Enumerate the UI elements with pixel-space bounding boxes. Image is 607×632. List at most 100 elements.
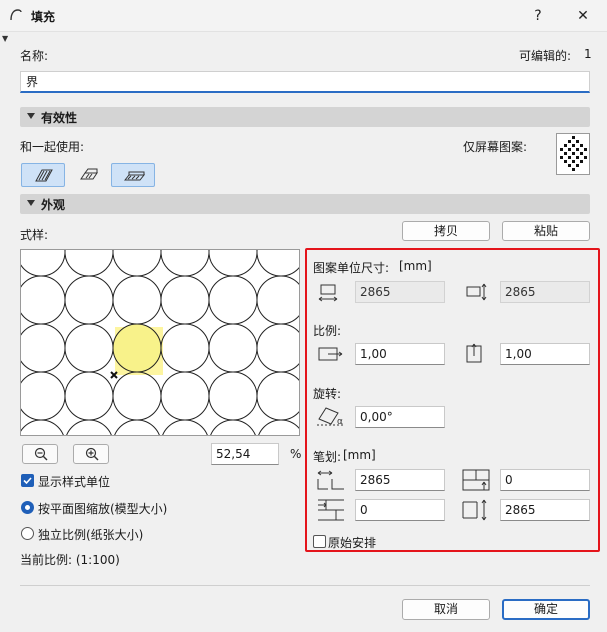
pattern-circle <box>112 323 162 373</box>
checkmark-icon <box>23 477 32 485</box>
pattern-preview[interactable] <box>20 249 300 436</box>
drafting-fill-toggle[interactable] <box>111 163 155 187</box>
cover-fill-toggle[interactable] <box>66 163 110 187</box>
unit-size-label: 图案单位尺寸: <box>313 261 390 275</box>
screen-pattern-icon <box>560 136 587 171</box>
ratio-x-icon <box>318 347 343 361</box>
pattern-circle <box>114 419 160 435</box>
screen-pattern-preview[interactable] <box>556 133 590 175</box>
pattern-circle <box>256 323 299 373</box>
pattern-circle <box>66 419 112 435</box>
validity-section-title: 有效性 <box>41 111 78 125</box>
unit-size-unit: [mm] <box>399 259 432 273</box>
pattern-circle <box>256 275 299 325</box>
pattern-circle <box>256 371 299 421</box>
appearance-section-title: 外观 <box>41 198 66 212</box>
pattern-circle <box>160 371 210 421</box>
pattern-circle <box>162 419 208 435</box>
unit-width-input[interactable]: 2865 <box>355 281 445 303</box>
screen-only-label: 仅屏幕图案: <box>463 140 528 154</box>
pattern-circle <box>64 323 114 373</box>
pattern-circle <box>21 371 66 421</box>
pattern-circle <box>160 275 210 325</box>
ratio-label: 比例: <box>313 324 342 338</box>
stroke-offset-x-icon <box>317 470 344 490</box>
ok-button[interactable]: 确定 <box>502 599 590 620</box>
ratio-y-icon <box>466 343 482 363</box>
pattern-circle <box>210 419 256 435</box>
circle-pattern <box>21 250 299 435</box>
pattern-circle <box>21 250 66 277</box>
expand-triangle-icon <box>27 113 35 119</box>
scale-model-radio[interactable] <box>21 501 34 514</box>
stroke-offset-y-icon <box>462 469 490 491</box>
name-input[interactable]: 界 <box>20 71 590 93</box>
ratio-y-input[interactable]: 1,00 <box>500 343 590 365</box>
pattern-circle <box>256 250 299 277</box>
stroke-label: 笔划: <box>313 450 342 464</box>
pattern-circle <box>208 275 258 325</box>
cut-fill-toggle[interactable] <box>21 163 65 187</box>
show-unit-label: 显示样式单位 <box>38 475 111 489</box>
rotation-input[interactable]: 0,00° <box>355 406 445 428</box>
validity-section-header[interactable]: 有效性 <box>20 107 590 127</box>
pattern-circle <box>112 250 162 277</box>
help-button[interactable]: ? <box>527 6 549 26</box>
scale-paper-label: 独立比例(纸张大小) <box>38 528 144 542</box>
unit-height-input[interactable]: 2865 <box>500 281 590 303</box>
zoom-out-button[interactable] <box>22 444 58 464</box>
stroke-3-input[interactable]: 0 <box>355 499 445 521</box>
pattern-circle <box>112 371 162 421</box>
collapse-arrow-icon[interactable]: ▼ <box>2 34 8 43</box>
current-scale: 当前比例: (1:100) <box>20 553 120 567</box>
pattern-circle <box>160 250 210 277</box>
pattern-circle <box>208 371 258 421</box>
drafting-fill-icon <box>124 171 146 181</box>
title-bar <box>0 0 607 32</box>
stroke-4-input[interactable]: 2865 <box>500 499 590 521</box>
paste-button[interactable]: 粘贴 <box>502 221 590 241</box>
zoom-in-icon <box>85 447 99 461</box>
pattern-circle <box>64 371 114 421</box>
pattern-circle <box>21 323 66 373</box>
ratio-x-input[interactable]: 1,00 <box>355 343 445 365</box>
stroke-2-input[interactable]: 0 <box>500 469 590 491</box>
appearance-section-header[interactable]: 外观 <box>20 194 590 214</box>
scale-paper-radio[interactable] <box>21 527 34 540</box>
cut-fill-icon <box>35 169 53 182</box>
editable-label: 可编辑的: <box>519 49 572 63</box>
pattern-circle <box>64 250 114 277</box>
stroke-unit: [mm] <box>343 448 376 462</box>
window-title: 填充 <box>31 10 56 24</box>
style-label: 式样: <box>20 228 49 242</box>
footer-divider <box>20 585 590 586</box>
unit-height-icon <box>466 283 487 301</box>
svg-text:α: α <box>337 417 343 427</box>
scale-model-label: 按平面图缩放(模型大小) <box>38 502 168 516</box>
cancel-button[interactable]: 取消 <box>402 599 490 620</box>
rotation-angle-icon: α <box>317 407 344 427</box>
app-icon <box>10 9 22 21</box>
pattern-circle <box>160 323 210 373</box>
stroke-1-input[interactable]: 2865 <box>355 469 445 491</box>
pattern-circle <box>208 250 258 277</box>
zoom-in-button[interactable] <box>73 444 109 464</box>
pattern-circle <box>64 275 114 325</box>
zoom-value-input[interactable]: 52,54 <box>211 443 279 465</box>
pattern-circle <box>21 275 66 325</box>
original-arrangement-checkbox[interactable] <box>313 535 326 548</box>
rotation-label: 旋转: <box>313 387 342 401</box>
pattern-circle <box>112 275 162 325</box>
expand-triangle-icon <box>27 200 35 206</box>
original-arrangement-label: 原始安排 <box>328 536 377 550</box>
name-label: 名称: <box>20 49 49 63</box>
copy-button[interactable]: 拷贝 <box>402 221 490 241</box>
use-with-label: 和一起使用: <box>20 140 85 154</box>
stroke-shift-icon <box>318 499 344 521</box>
pattern-circle <box>258 419 299 435</box>
show-unit-checkbox[interactable] <box>21 474 34 487</box>
unit-width-icon <box>318 284 338 302</box>
pattern-circle <box>21 419 64 435</box>
close-button[interactable]: ✕ <box>572 6 594 26</box>
cover-fill-icon <box>80 168 98 180</box>
